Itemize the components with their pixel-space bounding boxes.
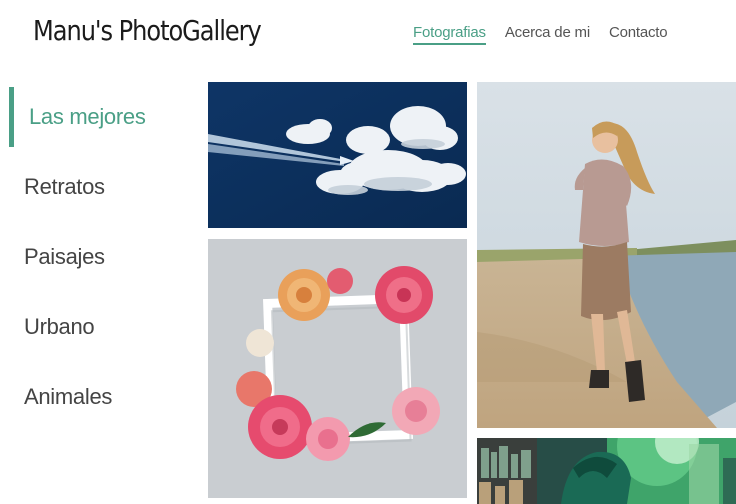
sidebar-item-paisajes[interactable]: Paisajes	[0, 226, 200, 296]
photo-reading-books[interactable]	[477, 438, 736, 504]
photo-flower-frame[interactable]	[208, 239, 467, 498]
sidebar-item-label: Paisajes	[24, 244, 105, 269]
sidebar-item-retratos[interactable]: Retratos	[0, 156, 200, 226]
flower-frame-image	[208, 239, 467, 498]
nav-fotografias[interactable]: Fotografias	[413, 24, 486, 45]
nav-acerca-de-mi[interactable]: Acerca de mi	[505, 24, 590, 45]
airplane-clouds-image	[208, 82, 467, 228]
reading-books-image	[477, 438, 736, 504]
nav-contacto[interactable]: Contacto	[609, 24, 668, 45]
photo-woman-beach[interactable]	[477, 82, 736, 428]
pink-flower-top	[375, 266, 433, 324]
photo-airplane-clouds[interactable]	[208, 82, 467, 228]
sidebar-item-label: Retratos	[24, 174, 105, 199]
sidebar-item-label: Animales	[24, 384, 113, 409]
pink-flower-bottom	[248, 395, 312, 459]
category-sidebar: Las mejores Retratos Paisajes Urbano Ani…	[0, 86, 200, 436]
top-navigation: Fotografias Acerca de mi Contacto	[413, 24, 668, 45]
sidebar-item-urbano[interactable]: Urbano	[0, 296, 200, 366]
woman-beach-image	[477, 82, 736, 428]
site-logo[interactable]: Manu's PhotoGallery	[33, 14, 262, 47]
sidebar-item-label: Urbano	[24, 314, 95, 339]
sidebar-item-label: Las mejores	[29, 104, 146, 129]
orange-flower	[278, 269, 330, 321]
sidebar-item-animales[interactable]: Animales	[0, 366, 200, 436]
sidebar-item-las-mejores[interactable]: Las mejores	[0, 86, 200, 156]
